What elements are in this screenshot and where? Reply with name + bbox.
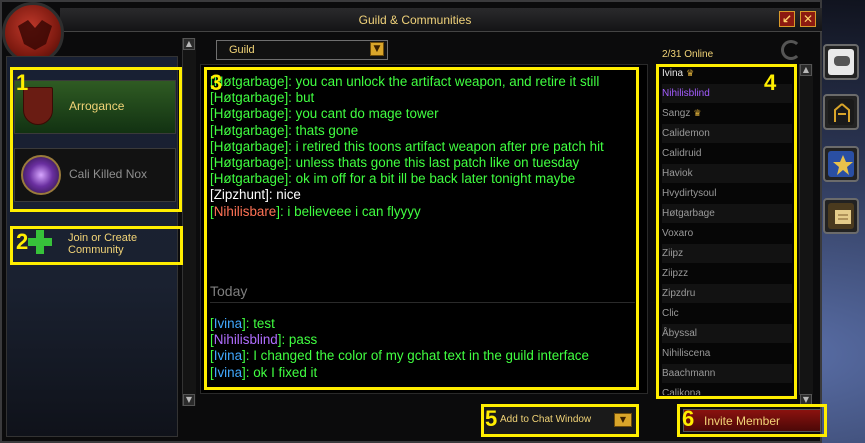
- annotation-number-5: 5: [485, 406, 498, 431]
- annotation-number-2: 2: [16, 229, 29, 254]
- tab-chat[interactable]: [823, 44, 859, 80]
- annotation-number-1: 1: [16, 70, 29, 95]
- scroll-up-icon[interactable]: ▲: [183, 38, 195, 50]
- chat-scrollbar[interactable]: ▲: [182, 38, 196, 406]
- annotation-box-6: [677, 404, 827, 437]
- annotation-box-1: [10, 67, 182, 212]
- scroll-icon: [835, 210, 851, 224]
- tab-rewards[interactable]: [823, 146, 859, 182]
- annotation-box-3: [204, 67, 639, 390]
- annotation-number-6: 6: [682, 406, 695, 431]
- stream-dropdown[interactable]: Guild: [216, 40, 388, 60]
- refresh-icon: [781, 40, 801, 60]
- annotation-number-4: 4: [764, 70, 777, 95]
- close-icon[interactable]: ✕: [800, 11, 816, 27]
- annotation-box-2: [10, 226, 183, 265]
- chevron-down-icon[interactable]: ▼: [370, 42, 384, 56]
- star-badge-icon: [833, 155, 853, 175]
- scroll-down-icon[interactable]: ▼: [183, 394, 195, 406]
- annotation-box-5: [481, 404, 639, 437]
- speech-bubble-icon: [834, 56, 850, 66]
- window-title: Guild & Communities: [358, 13, 472, 27]
- scroll-up-icon[interactable]: ▲: [800, 64, 812, 76]
- tab-roster[interactable]: [823, 94, 859, 130]
- stream-dropdown-value: Guild: [229, 44, 255, 56]
- minimize-icon[interactable]: ↙: [779, 11, 795, 27]
- roster-scrollbar[interactable]: ▲: [799, 64, 813, 395]
- annotation-box-4: [656, 64, 797, 399]
- online-count: 2/31 Online: [662, 49, 714, 60]
- roster-icon: [834, 103, 850, 122]
- tab-info[interactable]: [823, 198, 859, 234]
- guild-emblem-icon: [2, 2, 64, 64]
- annotation-number-3: 3: [210, 70, 223, 95]
